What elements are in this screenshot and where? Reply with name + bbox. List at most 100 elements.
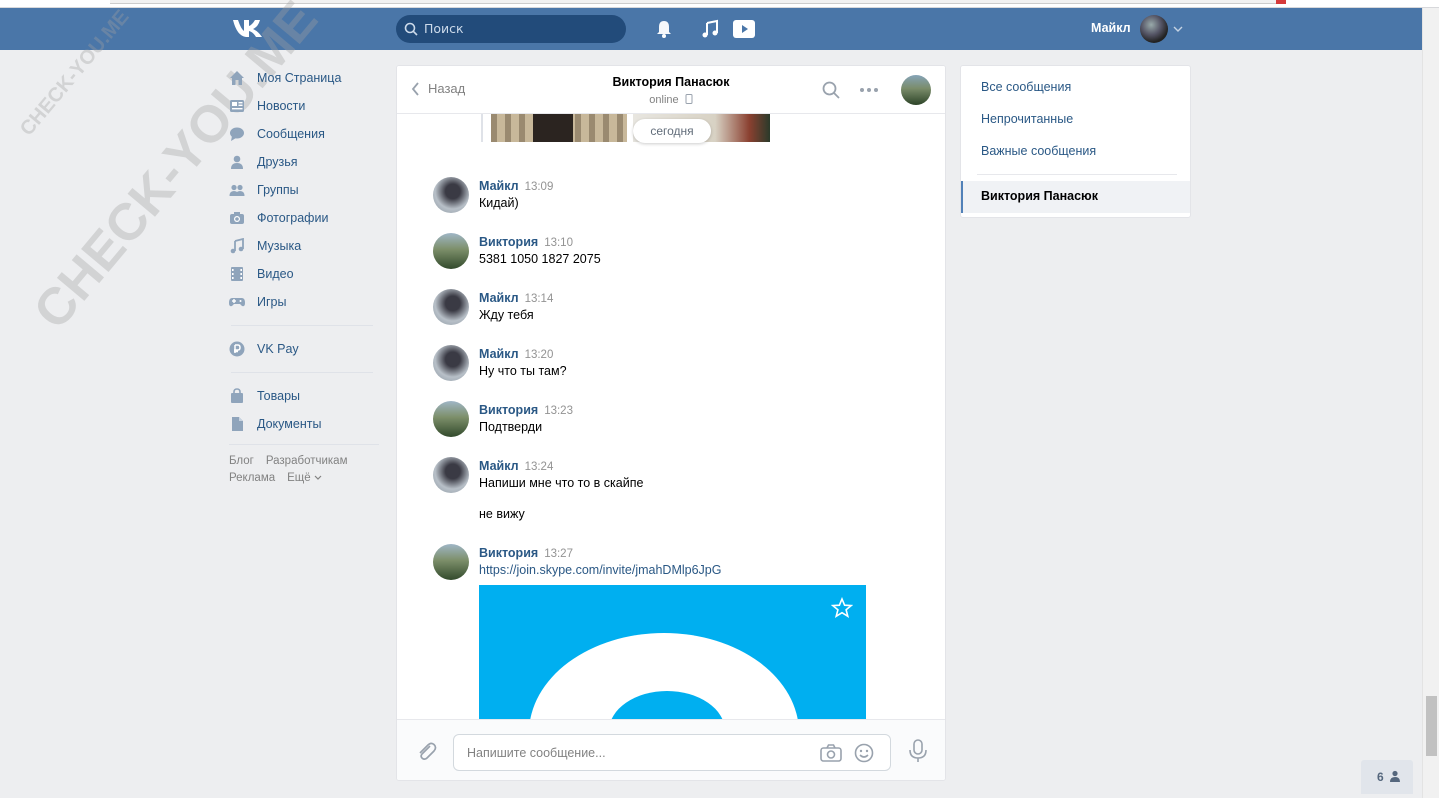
user-name[interactable]: Майкл xyxy=(1091,21,1131,35)
avatar[interactable] xyxy=(433,289,469,325)
footer-link-more[interactable]: Ещё xyxy=(287,472,322,484)
footer-link-blog[interactable]: Блог xyxy=(229,455,254,467)
nav-item-documents[interactable]: Документы xyxy=(229,410,379,438)
page-scrollbar[interactable] xyxy=(1422,8,1439,798)
bell-icon[interactable] xyxy=(654,19,674,39)
microphone-icon[interactable] xyxy=(908,739,928,763)
active-conversation-item[interactable]: Виктория Панасюк xyxy=(961,181,1190,213)
online-friends-widget[interactable]: 6 xyxy=(1361,760,1413,794)
nav-item-goods[interactable]: Товары xyxy=(229,382,379,410)
browser-extension-icon[interactable] xyxy=(1276,0,1286,4)
message-author[interactable]: Майкл xyxy=(479,179,519,193)
message-time: 13:23 xyxy=(544,405,573,417)
search-box[interactable]: Поиск xyxy=(396,15,626,43)
conversations-filter-panel: Все сообщения Непрочитанные Важные сообщ… xyxy=(960,65,1191,218)
nav-item-games[interactable]: Игры xyxy=(229,288,379,316)
smile-icon[interactable] xyxy=(854,743,874,763)
filter-unread[interactable]: Непрочитанные xyxy=(981,112,1073,126)
message-input[interactable]: Напишите сообщение... xyxy=(453,734,891,771)
avatar[interactable] xyxy=(433,177,469,213)
message-link[interactable]: https://join.skype.com/invite/jmahDMlp6J… xyxy=(479,563,721,577)
document-icon xyxy=(232,417,243,431)
avatar[interactable] xyxy=(433,457,469,493)
message-history[interactable]: сегодня Майкл 13:09 Кидай) Виктория 13:10 … xyxy=(397,114,945,719)
mobile-icon xyxy=(685,94,693,104)
message-time: 13:09 xyxy=(524,181,554,193)
groups-icon xyxy=(229,184,245,196)
nav-item-vkpay[interactable]: VK Pay xyxy=(229,335,379,363)
vk-logo-icon[interactable] xyxy=(231,17,265,39)
news-icon xyxy=(230,100,244,112)
nav-item-groups[interactable]: Группы xyxy=(229,176,379,204)
message-time: 13:24 xyxy=(524,461,554,473)
message-author[interactable]: Майкл xyxy=(479,459,519,473)
friends-icon xyxy=(231,155,243,169)
chevron-down-icon[interactable] xyxy=(1173,25,1183,33)
message-author[interactable]: Майкл xyxy=(479,347,519,361)
search-placeholder: Поиск xyxy=(424,21,464,36)
message-author[interactable]: Виктория xyxy=(479,235,538,249)
message-text: Кидай) xyxy=(479,196,519,210)
message-composer: Напишите сообщение... xyxy=(397,719,945,780)
message-time: 13:14 xyxy=(524,293,554,305)
bag-icon xyxy=(231,388,243,403)
previous-attachment-line xyxy=(481,114,483,142)
user-avatar[interactable] xyxy=(1140,15,1168,43)
message-text: Жду тебя xyxy=(479,308,534,322)
message-text: Напиши мне что то в скайпе xyxy=(479,476,644,490)
filter-important[interactable]: Важные сообщения xyxy=(981,144,1096,158)
scrollbar-thumb[interactable] xyxy=(1426,696,1437,756)
online-count: 6 xyxy=(1377,770,1384,784)
message-author[interactable]: Виктория xyxy=(479,403,538,417)
nav-item-news[interactable]: Новости xyxy=(229,92,379,120)
nav-item-video[interactable]: Видео xyxy=(229,260,379,288)
left-nav: Моя Страница Новости Сообщения Друзья Гр… xyxy=(229,64,379,489)
nav-item-my-page[interactable]: Моя Страница xyxy=(229,64,379,92)
message-author[interactable]: Виктория xyxy=(479,546,538,560)
message-text: Ну что ты там? xyxy=(479,364,567,378)
peer-avatar[interactable] xyxy=(901,75,931,105)
chat-header: Назад Виктория Панасюк online xyxy=(397,66,945,114)
vkpay-icon xyxy=(229,341,245,357)
skype-link-preview[interactable] xyxy=(479,585,866,719)
play-icon[interactable] xyxy=(732,19,756,39)
search-icon[interactable] xyxy=(821,80,841,100)
nav-separator xyxy=(231,325,373,326)
panel-separator xyxy=(977,174,1177,175)
paperclip-icon[interactable] xyxy=(415,740,437,762)
messages-icon xyxy=(230,127,244,141)
nav-separator xyxy=(231,372,373,373)
footer-link-developers[interactable]: Разработчикам xyxy=(266,455,348,467)
camera-icon xyxy=(230,212,244,224)
browser-bar xyxy=(110,0,1280,4)
avatar[interactable] xyxy=(433,345,469,381)
avatar[interactable] xyxy=(433,544,469,580)
nav-item-friends[interactable]: Друзья xyxy=(229,148,379,176)
message-time: 13:20 xyxy=(524,349,554,361)
chevron-down-icon xyxy=(314,475,322,480)
star-icon[interactable] xyxy=(831,597,853,619)
nav-item-music[interactable]: Музыка xyxy=(229,232,379,260)
footer-link-ads[interactable]: Реклама xyxy=(229,472,275,484)
gamepad-icon xyxy=(229,298,245,307)
search-icon xyxy=(404,22,418,36)
more-icon[interactable] xyxy=(859,80,879,100)
message-time: 13:10 xyxy=(544,237,573,249)
message-text: 5381 1050 1827 2075 xyxy=(479,252,601,266)
avatar[interactable] xyxy=(433,401,469,437)
message-time: 13:27 xyxy=(544,548,573,560)
avatar[interactable] xyxy=(433,233,469,269)
attachment-photo[interactable] xyxy=(491,114,627,142)
message-text: Подтверди xyxy=(479,420,543,434)
filter-all-messages[interactable]: Все сообщения xyxy=(981,80,1071,94)
home-icon xyxy=(230,71,244,85)
nav-item-messages[interactable]: Сообщения xyxy=(229,120,379,148)
date-divider: сегодня xyxy=(633,119,711,143)
camera-icon[interactable] xyxy=(820,743,842,763)
browser-top-strip xyxy=(0,0,1439,8)
message-author[interactable]: Майкл xyxy=(479,291,519,305)
video-icon xyxy=(231,267,243,281)
music-icon[interactable] xyxy=(700,19,720,39)
message-text: не вижу xyxy=(479,507,525,521)
nav-item-photos[interactable]: Фотографии xyxy=(229,204,379,232)
